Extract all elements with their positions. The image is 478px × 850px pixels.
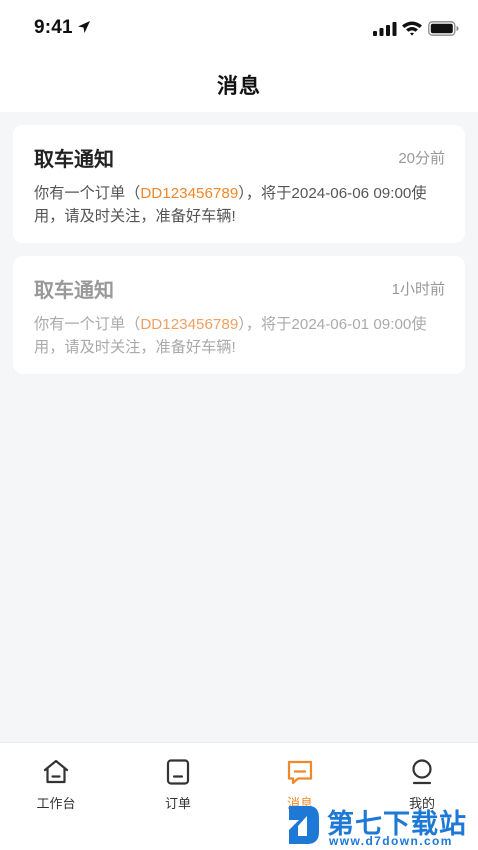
message-card-header: 取车通知 1小时前: [34, 274, 445, 303]
message-card-header: 取车通知 20分前: [34, 143, 445, 172]
watermark-url: www.d7down.com: [329, 834, 453, 848]
message-text: 你有一个订单（DD123456789），将于2024-06-01 09:00使用…: [34, 313, 445, 359]
message-text: 你有一个订单（DD123456789），将于2024-06-06 09:00使用…: [34, 182, 445, 228]
signal-icon: [373, 22, 397, 36]
message-time: 1小时前: [391, 281, 445, 298]
watermark: 第七下载站 www.d7down.com: [283, 800, 478, 850]
profile-icon: [412, 759, 432, 785]
order-number-link[interactable]: DD123456789: [140, 316, 238, 333]
status-bar: 9:41: [0, 0, 478, 58]
watermark-logo-icon: [289, 806, 319, 844]
message-text-before: 你有一个订单（: [34, 316, 141, 333]
order-icon: [166, 759, 190, 785]
message-list: 取车通知 20分前 你有一个订单（DD123456789），将于2024-06-…: [13, 125, 465, 387]
tab-label: 订单: [164, 796, 191, 811]
page-title: 消息: [217, 75, 261, 98]
message-time: 20分前: [398, 150, 445, 167]
tab-label: 工作台: [36, 796, 76, 811]
message-card[interactable]: 取车通知 1小时前 你有一个订单（DD123456789），将于2024-06-…: [13, 256, 465, 374]
message-card[interactable]: 取车通知 20分前 你有一个订单（DD123456789），将于2024-06-…: [13, 125, 465, 243]
tab-workbench[interactable]: 工作台: [0, 757, 116, 812]
status-time: 9:41: [34, 17, 73, 38]
message-title: 取车通知: [34, 149, 114, 171]
message-title: 取车通知: [34, 280, 114, 302]
wifi-icon: [402, 21, 422, 36]
battery-icon: [428, 21, 459, 36]
location-arrow-icon: [78, 21, 90, 33]
nav-header: 消息: [0, 58, 478, 112]
message-text-before: 你有一个订单（: [34, 185, 141, 202]
app-screen: 9:41 消息 取车通知 20分前 你有一个订单（DD123456789），将于…: [0, 0, 478, 850]
order-number-link[interactable]: DD123456789: [140, 185, 238, 202]
message-icon: [287, 760, 313, 785]
tab-orders[interactable]: 订单: [118, 757, 238, 812]
home-icon: [43, 759, 69, 784]
